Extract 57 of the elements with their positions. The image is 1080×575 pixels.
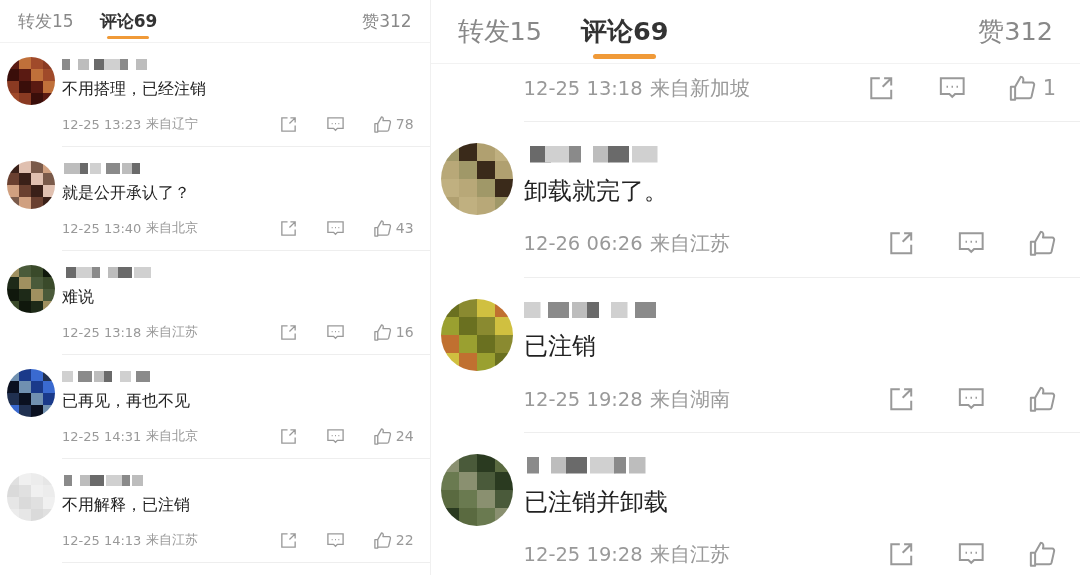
comment-time: 12-25 13:23 xyxy=(62,116,142,132)
comment-time: 12-25 19:28 xyxy=(523,543,643,566)
tab[interactable]: 转发15 xyxy=(457,0,543,63)
share-icon[interactable] xyxy=(278,114,298,134)
comment-icon[interactable] xyxy=(325,218,345,238)
tab[interactable]: 评论69 xyxy=(581,0,669,63)
comment-text: 就是公开承认了？ xyxy=(62,182,191,204)
comment-icon[interactable] xyxy=(325,530,345,550)
like-total[interactable]: 赞312 xyxy=(362,9,412,33)
like-count: 22 xyxy=(395,532,414,548)
tab[interactable]: 转发15 xyxy=(18,0,74,42)
comment-time: 12-26 06:26 xyxy=(523,232,643,255)
comment-time: 12-25 19:28 xyxy=(523,387,643,411)
thumbs-up-icon[interactable] xyxy=(372,322,392,342)
thumbs-up-icon[interactable] xyxy=(372,426,392,446)
comment-text: 已注销 xyxy=(523,331,597,362)
comment-icon[interactable] xyxy=(325,426,345,446)
thumbs-up-icon[interactable] xyxy=(1008,73,1037,103)
like-count: 78 xyxy=(395,116,414,132)
comment-text: 不用解释，已注销 xyxy=(62,494,191,516)
comment-location: 来自新加坡 xyxy=(650,75,751,102)
like-count: 43 xyxy=(395,220,414,236)
comment-location: 来自湖南 xyxy=(650,386,731,413)
comment-location: 来自辽宁 xyxy=(146,115,199,133)
share-icon[interactable] xyxy=(278,322,298,342)
comment-location: 来自江苏 xyxy=(146,323,199,341)
comment-location: 来自北京 xyxy=(146,427,199,445)
share-icon[interactable] xyxy=(278,530,298,550)
like-count: 24 xyxy=(395,428,414,444)
like-count: 16 xyxy=(395,324,414,340)
tab[interactable]: 评论69 xyxy=(99,0,158,42)
comment-time: 12-25 14:31 xyxy=(62,428,142,444)
comment-time: 12-25 14:13 xyxy=(62,532,142,548)
thumbs-up-icon[interactable] xyxy=(372,218,392,238)
comment-text: 卸载就完了。 xyxy=(523,175,669,207)
comment-text: 已再见，再也不见 xyxy=(62,390,191,412)
like-total[interactable]: 赞312 xyxy=(978,14,1053,49)
comment-location: 来自江苏 xyxy=(146,531,199,549)
comment-text: 不用搭理，已经注销 xyxy=(62,78,207,100)
comment-location: 来自北京 xyxy=(146,219,199,237)
comment-icon[interactable] xyxy=(325,114,345,134)
thumbs-up-icon[interactable] xyxy=(1027,540,1056,569)
thumbs-up-icon[interactable] xyxy=(372,114,392,134)
comment-time: 12-25 13:18 xyxy=(62,324,142,340)
thumbs-up-icon[interactable] xyxy=(1027,384,1056,414)
like-count: 1 xyxy=(1042,76,1056,100)
comment-location: 来自江苏 xyxy=(650,231,731,257)
comment-location: 来自江苏 xyxy=(650,542,731,568)
comment-icon[interactable] xyxy=(325,322,345,342)
comment-text: 难说 xyxy=(62,286,95,308)
share-icon[interactable] xyxy=(278,426,298,446)
thumbs-up-icon[interactable] xyxy=(1027,229,1056,258)
comment-time: 12-25 13:18 xyxy=(523,76,643,100)
comment-text: 已注销并卸载 xyxy=(523,486,669,518)
share-icon[interactable] xyxy=(278,218,298,238)
comment-time: 12-25 13:40 xyxy=(62,220,142,236)
thumbs-up-icon[interactable] xyxy=(372,530,392,550)
